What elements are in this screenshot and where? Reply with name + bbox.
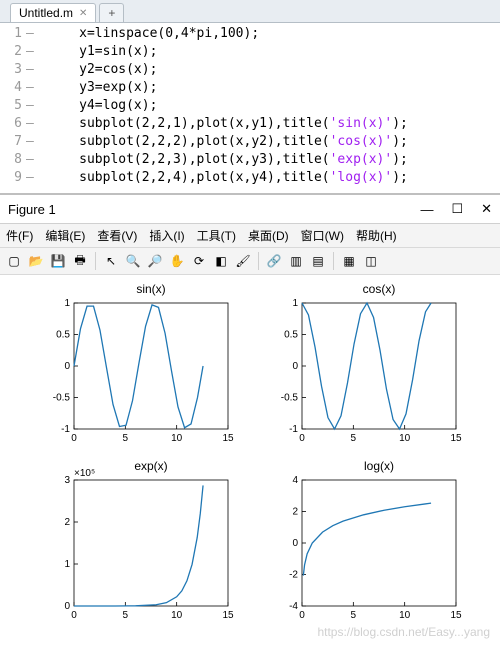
svg-text:0: 0 xyxy=(292,361,298,372)
svg-text:10: 10 xyxy=(399,433,411,444)
figure-toolbar: ▢📂💾🖶 ↖🔍🔎✋⟳◧🖌 🔗▥▤ ▦◫ xyxy=(0,248,500,275)
svg-text:2: 2 xyxy=(64,517,70,528)
figure-title: Figure 1 xyxy=(8,202,56,217)
brush-icon[interactable]: 🖌 xyxy=(233,251,253,271)
svg-text:-1: -1 xyxy=(289,424,298,435)
svg-text:0: 0 xyxy=(299,610,305,621)
menu-item[interactable]: 工具(T) xyxy=(197,227,236,244)
code-line: 6– subplot(2,2,1),plot(x,y1),title('sin(… xyxy=(0,115,500,133)
link-icon[interactable]: 🔗 xyxy=(264,251,284,271)
legend-icon[interactable]: ▤ xyxy=(308,251,328,271)
svg-text:×10⁵: ×10⁵ xyxy=(74,468,95,479)
code-line: 3– y2=cos(x); xyxy=(0,61,500,79)
code-editor[interactable]: 1– x=linspace(0,4*pi,100);2– y1=sin(x);3… xyxy=(0,23,500,193)
toolbar-separator xyxy=(95,252,96,270)
svg-text:15: 15 xyxy=(222,433,234,444)
code-line: 8– subplot(2,2,3),plot(x,y3),title('exp(… xyxy=(0,151,500,169)
minimize-icon[interactable]: — xyxy=(420,202,433,217)
svg-text:0: 0 xyxy=(64,361,70,372)
svg-text:sin(x): sin(x) xyxy=(136,282,165,296)
tab-label: Untitled.m xyxy=(19,6,73,20)
svg-text:10: 10 xyxy=(399,610,411,621)
svg-text:1: 1 xyxy=(292,298,298,309)
svg-text:0: 0 xyxy=(64,601,70,612)
toolbar-separator xyxy=(258,252,259,270)
code-line: 5– y4=log(x); xyxy=(0,97,500,115)
zoom-in-icon[interactable]: 🔍 xyxy=(123,251,143,271)
svg-text:5: 5 xyxy=(351,610,357,621)
toolbar-separator xyxy=(333,252,334,270)
close-icon[interactable]: ✕ xyxy=(79,8,87,19)
rotate3d-icon[interactable]: ⟳ xyxy=(189,251,209,271)
svg-text:15: 15 xyxy=(450,433,462,444)
menu-item[interactable]: 桌面(D) xyxy=(248,227,289,244)
editor-tab-untitled[interactable]: Untitled.m ✕ xyxy=(10,3,96,22)
svg-text:15: 15 xyxy=(222,610,234,621)
subplot-exp: exp(x) ×10⁵ 0 5 10 15 0 1 2 3 xyxy=(36,458,236,631)
svg-text:0.5: 0.5 xyxy=(56,330,70,341)
subplot-cos: cos(x) 0 5 10 15 -1 -0.5 0 0.5 1 xyxy=(264,281,464,454)
svg-text:4: 4 xyxy=(292,475,298,486)
subplot-log: log(x) 0 5 10 15 -4 -2 0 2 4 xyxy=(264,458,464,631)
svg-text:1: 1 xyxy=(64,559,70,570)
svg-text:10: 10 xyxy=(171,610,183,621)
menu-item[interactable]: 帮助(H) xyxy=(356,227,397,244)
svg-text:5: 5 xyxy=(123,433,129,444)
zoom-out-icon[interactable]: 🔎 xyxy=(145,251,165,271)
svg-text:-0.5: -0.5 xyxy=(53,393,71,404)
code-line: 7– subplot(2,2,2),plot(x,y2),title('cos(… xyxy=(0,133,500,151)
svg-text:0: 0 xyxy=(299,433,305,444)
colorbar-icon[interactable]: ▥ xyxy=(286,251,306,271)
editor-tab-bar: Untitled.m ✕ + xyxy=(0,0,500,23)
svg-text:10: 10 xyxy=(171,433,183,444)
menu-item[interactable]: 窗口(W) xyxy=(301,227,344,244)
new-tab-button[interactable]: + xyxy=(99,3,124,22)
svg-text:5: 5 xyxy=(351,433,357,444)
datatip-icon[interactable]: ◧ xyxy=(211,251,231,271)
subplot-sin: sin(x) 0 5 10 15 -1 -0.5 0 0.5 1 xyxy=(36,281,236,454)
grid-icon[interactable]: ▦ xyxy=(339,251,359,271)
svg-text:0.5: 0.5 xyxy=(284,330,298,341)
figure-menubar: 件(F) 编辑(E) 查看(V) 插入(I) 工具(T) 桌面(D) 窗口(W) 帮助(H) xyxy=(0,224,500,248)
svg-text:0: 0 xyxy=(71,610,77,621)
figure-titlebar: Figure 1 — ☐ ✕ xyxy=(0,193,500,224)
code-line: 2– y1=sin(x); xyxy=(0,43,500,61)
save-icon[interactable]: 💾 xyxy=(48,251,68,271)
svg-text:-4: -4 xyxy=(289,601,298,612)
maximize-icon[interactable]: ☐ xyxy=(451,201,463,217)
svg-text:-2: -2 xyxy=(289,570,298,581)
svg-text:3: 3 xyxy=(64,475,70,486)
svg-text:exp(x): exp(x) xyxy=(134,459,167,473)
svg-text:-1: -1 xyxy=(61,424,70,435)
new-icon[interactable]: ▢ xyxy=(4,251,24,271)
pan-icon[interactable]: ✋ xyxy=(167,251,187,271)
svg-text:log(x): log(x) xyxy=(364,459,394,473)
svg-text:2: 2 xyxy=(292,507,298,518)
svg-text:-0.5: -0.5 xyxy=(281,393,299,404)
menu-item[interactable]: 编辑(E) xyxy=(45,227,85,244)
code-line: 9– subplot(2,2,4),plot(x,y4),title('log(… xyxy=(0,169,500,187)
open-icon[interactable]: 📂 xyxy=(26,251,46,271)
code-line: 4– y3=exp(x); xyxy=(0,79,500,97)
menu-item[interactable]: 件(F) xyxy=(6,227,33,244)
svg-text:5: 5 xyxy=(123,610,129,621)
arrow-icon[interactable]: ↖ xyxy=(101,251,121,271)
svg-text:cos(x): cos(x) xyxy=(363,282,396,296)
layout-icon[interactable]: ◫ xyxy=(361,251,381,271)
print-icon[interactable]: 🖶 xyxy=(70,251,90,271)
svg-text:0: 0 xyxy=(71,433,77,444)
code-line: 1– x=linspace(0,4*pi,100); xyxy=(0,25,500,43)
close-window-icon[interactable]: ✕ xyxy=(481,201,492,217)
menu-item[interactable]: 插入(I) xyxy=(149,227,184,244)
svg-text:15: 15 xyxy=(450,610,462,621)
svg-text:0: 0 xyxy=(292,538,298,549)
menu-item[interactable]: 查看(V) xyxy=(97,227,137,244)
svg-text:1: 1 xyxy=(64,298,70,309)
figure-canvas: sin(x)051015-1-0.500.51 cos(x)051015-1-0… xyxy=(0,275,500,645)
